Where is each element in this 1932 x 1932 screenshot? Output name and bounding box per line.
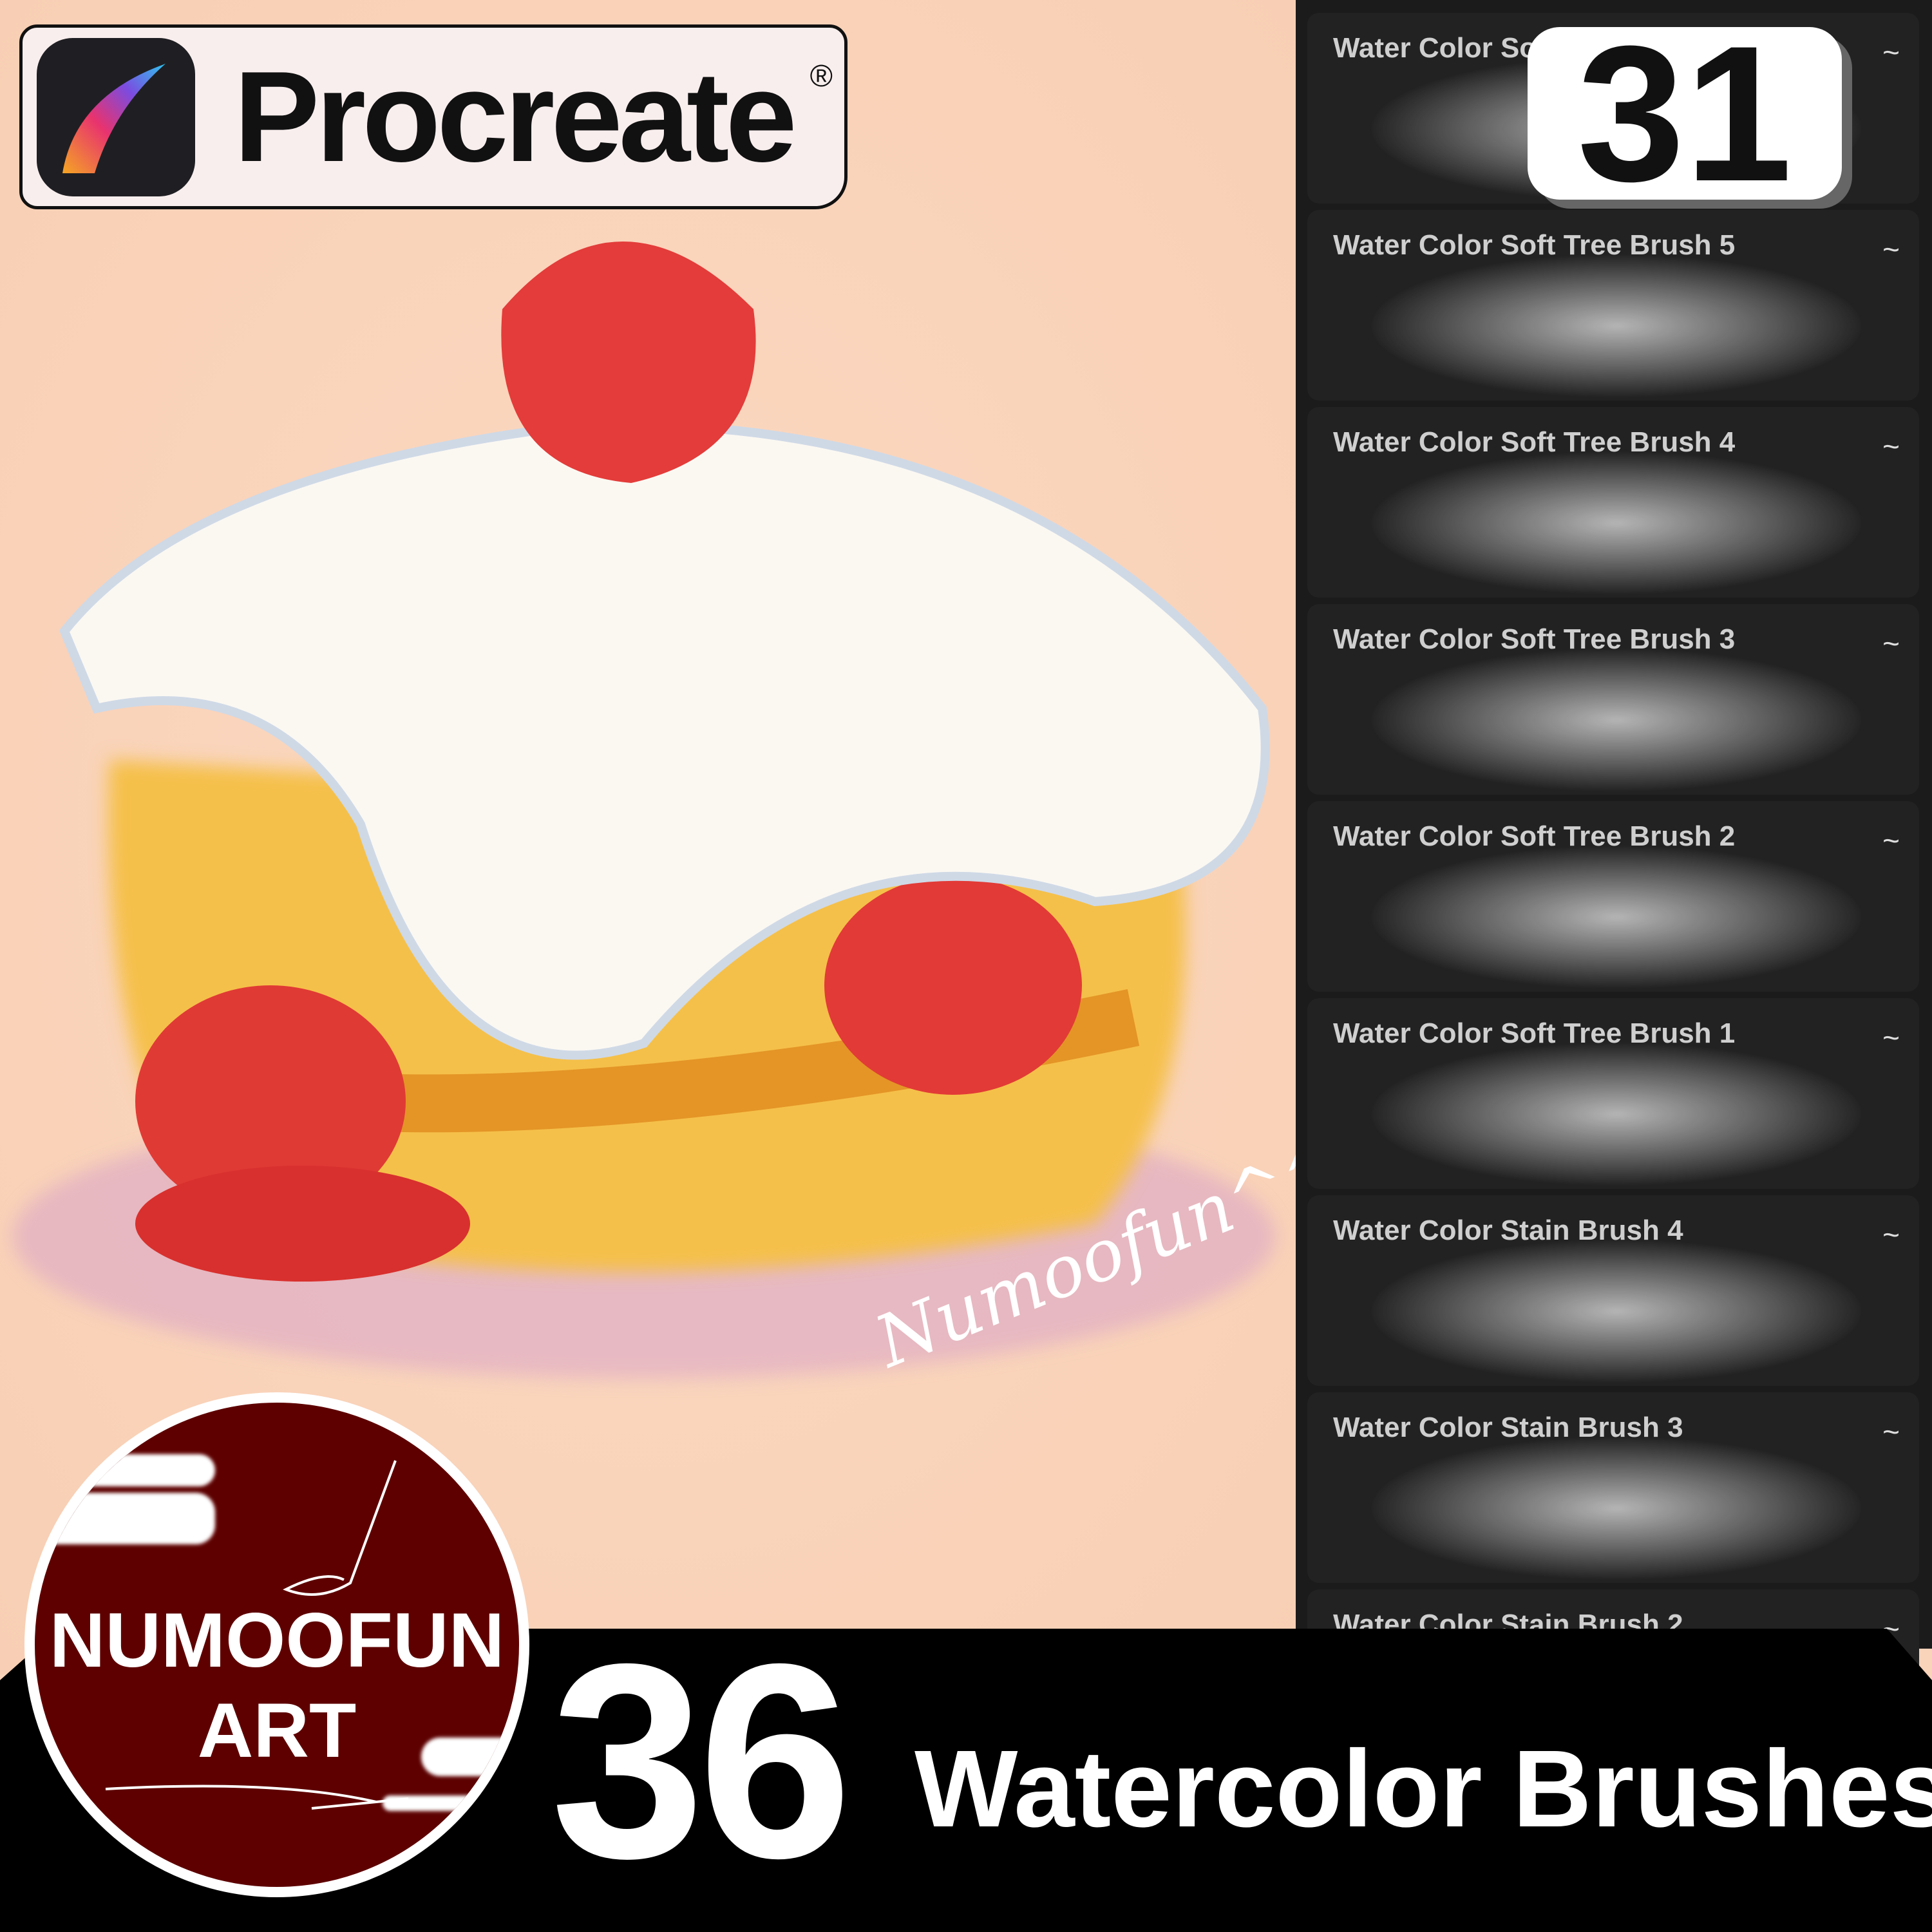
brush-stroke-icon: ~ [1882, 627, 1900, 660]
brush-stroke-preview [1372, 452, 1861, 594]
brush-list-item[interactable]: Water Color Soft Tree Brush 1 ~ [1307, 998, 1919, 1189]
brush-name: Water Color Stain Brush 3 [1333, 1412, 1683, 1443]
headline-number: 36 [551, 1607, 852, 1916]
logo-line-2: ART [197, 1687, 357, 1774]
brush-stroke-preview [1372, 1240, 1861, 1382]
brush-list-item[interactable]: Water Color Soft Tree Brush 5 ~ [1307, 210, 1919, 401]
brush-stroke-icon: ~ [1882, 1218, 1900, 1251]
brush-list-item[interactable]: Water Color Stain Brush 3 ~ [1307, 1392, 1919, 1583]
brush-count-badge: 31 [1528, 5, 1842, 222]
paintbrush-icon [283, 1460, 397, 1596]
brush-list-item[interactable]: Water Color Stain Brush 4 ~ [1307, 1195, 1919, 1386]
brush-stroke-icon: ~ [1882, 1021, 1900, 1054]
brush-name: Water Color Soft Tree Brush 1 [1333, 1018, 1736, 1049]
numoofun-art-logo: NUMOOFUN ART [24, 1392, 529, 1897]
brush-name: Water Color Soft Tree Brush 2 [1333, 820, 1736, 852]
brush-stroke-preview [1372, 846, 1861, 988]
brush-name: Water Color Soft Tree Brush 5 [1333, 229, 1736, 261]
brush-stroke-preview [1372, 255, 1861, 397]
registered-mark: ® [810, 59, 833, 93]
cloud-shape [73, 1454, 215, 1486]
headline-text: Watercolor Brushes [914, 1728, 1932, 1850]
brush-stroke-preview [1372, 649, 1861, 791]
brush-name: Water Color Stain Brush 4 [1333, 1215, 1683, 1246]
procreate-logo-icon [37, 37, 195, 196]
brush-list-item[interactable]: Water Color Soft Tree Brush 4 ~ [1307, 407, 1919, 598]
brush-name: Water Color Soft Tree Brush 3 [1333, 623, 1736, 655]
brush-stroke-preview [1372, 1437, 1861, 1579]
procreate-wordmark: Procreate [234, 44, 797, 189]
underline-swoosh [105, 1785, 409, 1810]
brush-stroke-icon: ~ [1882, 430, 1900, 463]
logo-line-1: NUMOOFUN [49, 1597, 505, 1683]
brush-library-panel: Water Color Soft Tree Brush 6~Water Colo… [1296, 0, 1932, 1780]
cloud-shape [35, 1493, 215, 1544]
brush-stroke-icon: ~ [1882, 824, 1900, 857]
brush-name: Water Color Soft Tree Brush 4 [1333, 426, 1736, 458]
brush-stroke-icon: ~ [1882, 1415, 1900, 1448]
brush-stroke-icon: ~ [1882, 232, 1900, 266]
brush-stroke-preview [1372, 1043, 1861, 1185]
brush-list-item[interactable]: Water Color Soft Tree Brush 2 ~ [1307, 801, 1919, 992]
brush-stroke-icon: ~ [1882, 35, 1900, 69]
procreate-badge: Procreate ® [19, 24, 848, 209]
brush-list-item[interactable]: Water Color Soft Tree Brush 3 ~ [1307, 604, 1919, 795]
